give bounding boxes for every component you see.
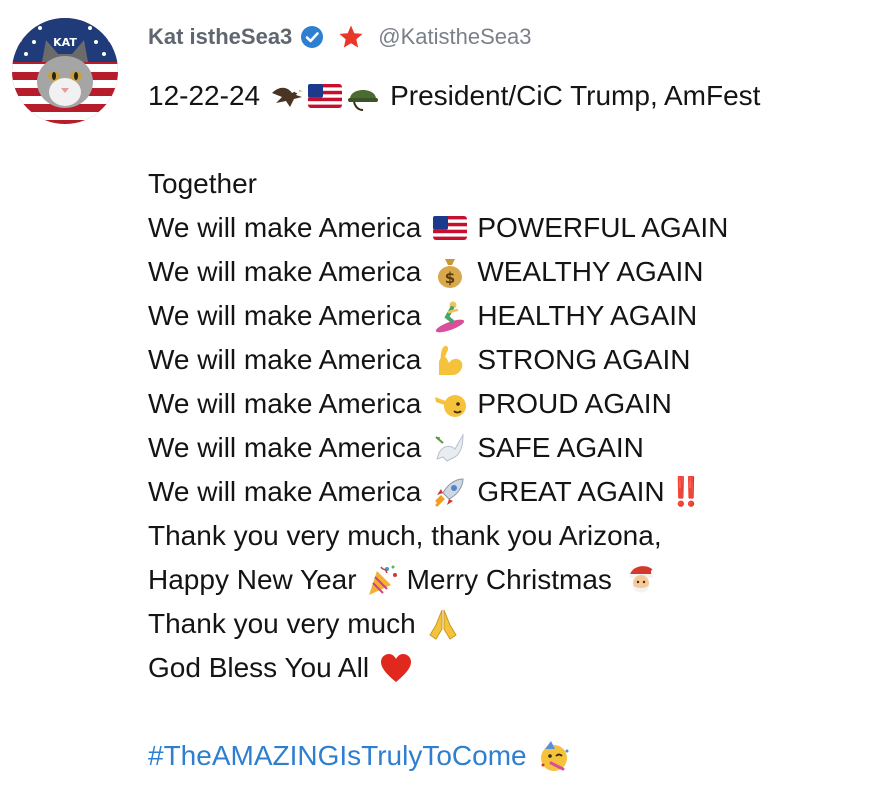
make-line-great: We will make America GREAT AGAIN ‼️: [148, 470, 858, 514]
post: KAT Kat istheSea3 @KatistheSea3 12-22-24: [0, 0, 870, 790]
make-line-suffix: POWERFUL AGAIN: [477, 212, 729, 243]
make-line-prefix: We will make America: [148, 212, 422, 243]
make-line-prefix: We will make America: [148, 344, 422, 375]
make-line-suffix: GREAT AGAIN: [477, 476, 665, 507]
make-line-prefix: We will make America: [148, 300, 422, 331]
hashtag-link[interactable]: #TheAMAZINGIsTrulyToCome: [148, 734, 527, 778]
together-text: Together: [148, 168, 257, 199]
hashtag-line: #TheAMAZINGIsTrulyToCome: [148, 734, 858, 778]
red-star-icon: [338, 24, 364, 50]
make-line-prefix: We will make America: [148, 432, 422, 463]
make-line-suffix: WEALTHY AGAIN: [477, 256, 704, 287]
svg-text:$: $: [445, 269, 455, 287]
avatar[interactable]: KAT: [12, 18, 118, 124]
military-helmet-icon: [346, 79, 380, 113]
make-line-powerful: We will make America POWERFUL AGAIN: [148, 206, 858, 250]
happy-new-year-text: Happy New Year: [148, 564, 357, 595]
rocket-icon: [433, 475, 467, 509]
double-exclamation-icon: ‼️: [668, 476, 704, 507]
dove-icon: [433, 431, 467, 465]
thanks-again-line: Thank you very much: [148, 602, 858, 646]
make-line-safe: We will make America SAFE AGAIN: [148, 426, 858, 470]
avatar-kat-text: KAT: [53, 36, 77, 49]
make-line-prefix: We will make America: [148, 388, 422, 419]
flexed-biceps-icon: [433, 343, 467, 377]
santa-icon: [624, 563, 658, 597]
date-line-text: President/CiC Trump, AmFest: [390, 80, 761, 111]
eagle-icon: [270, 79, 304, 113]
make-line-suffix: SAFE AGAIN: [477, 432, 644, 463]
new-year-line: Happy New Year Merry Christmas: [148, 558, 858, 602]
merry-christmas-text: Merry Christmas: [406, 564, 612, 595]
together-line: Together: [148, 162, 858, 206]
surfer-icon: [433, 299, 467, 333]
make-line-prefix: We will make America: [148, 256, 422, 287]
make-line-strong: We will make America STRONG AGAIN: [148, 338, 858, 382]
thanks-again-text: Thank you very much: [148, 608, 416, 639]
post-body: 12-22-24 President/CiC Trump, AmFest Tog…: [148, 74, 858, 778]
make-line-healthy: We will make America HEALTHY AGAIN: [148, 294, 858, 338]
author-handle[interactable]: @KatistheSea3: [378, 24, 531, 50]
saluting-face-icon: [433, 387, 467, 421]
bless-line: God Bless You All: [148, 646, 858, 690]
make-line-suffix: STRONG AGAIN: [477, 344, 691, 375]
us-flag-icon: [433, 211, 468, 245]
folded-hands-icon: [426, 607, 460, 641]
make-line-suffix: HEALTHY AGAIN: [477, 300, 698, 331]
red-heart-icon: [379, 651, 413, 685]
thanks-text: Thank you very much, thank you Arizona,: [148, 520, 662, 551]
date-line: 12-22-24 President/CiC Trump, AmFest: [148, 74, 858, 118]
us-flag-icon: [308, 79, 343, 113]
bless-text: God Bless You All: [148, 652, 370, 683]
post-header: Kat istheSea3 @KatistheSea3: [148, 20, 532, 54]
money-bag-icon: $: [433, 255, 467, 289]
party-popper-icon: [365, 563, 399, 597]
make-line-prefix: We will make America: [148, 476, 422, 507]
author-display-name[interactable]: Kat istheSea3: [148, 24, 292, 50]
make-line-wealthy: We will make America $ WEALTHY AGAIN: [148, 250, 858, 294]
make-line-proud: We will make America PROUD AGAIN: [148, 382, 858, 426]
verified-badge-icon: [300, 25, 324, 49]
make-line-suffix: PROUD AGAIN: [477, 388, 672, 419]
thanks-line: Thank you very much, thank you Arizona,: [148, 514, 858, 558]
post-date: 12-22-24: [148, 80, 261, 111]
partying-face-icon: [537, 739, 571, 773]
